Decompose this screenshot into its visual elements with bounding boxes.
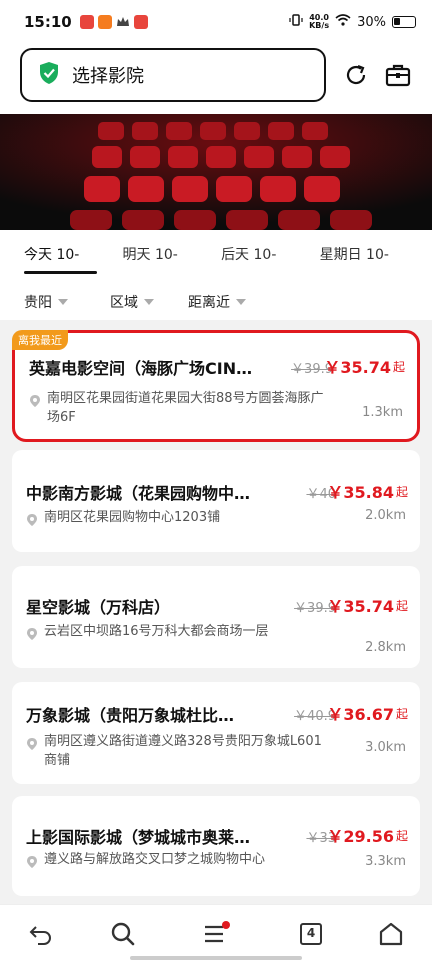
battery-percent: 30%: [357, 14, 386, 30]
tabs-icon[interactable]: 4: [298, 921, 324, 947]
price: ￥35.74: [324, 358, 391, 377]
cinema-card[interactable]: 中影南方影城（花果园购物中… ￥40 ￥35.84 起 南明区花果园购物中心12…: [12, 450, 420, 552]
app-notification-icon: [133, 15, 148, 29]
cinema-name: 上影国际影城（梦城城市奥莱…: [26, 828, 251, 847]
tab-tomorrow[interactable]: 明天 10-24: [123, 230, 196, 313]
toolbox-icon[interactable]: [384, 61, 412, 89]
cinema-address: 南明区花果园购物中心1203铺: [44, 510, 221, 525]
cinema-distance: 2.8km: [365, 640, 406, 655]
price-suffix: 起: [395, 829, 408, 843]
cinema-name: 中影南方影城（花果园购物中…: [26, 484, 251, 503]
tab-today[interactable]: 今天 10-23: [24, 230, 97, 313]
location-pin-icon: [26, 854, 38, 868]
price-suffix: 起: [395, 707, 408, 721]
battery-icon: [392, 16, 416, 28]
city-filter[interactable]: 贵阳: [24, 292, 68, 312]
location-pin-icon: [26, 736, 38, 750]
price: ￥29.56: [327, 827, 394, 846]
net-speed-unit: KB/s: [309, 21, 330, 30]
cinema-distance: 1.3km: [362, 405, 403, 420]
cinema-banner-image: [0, 114, 432, 230]
app-notification-icon: [79, 15, 94, 29]
crown-icon: [116, 15, 130, 29]
wifi-icon: [335, 13, 351, 31]
tab-day-after[interactable]: 后天 10-25: [221, 230, 294, 313]
notification-icons: [79, 15, 148, 29]
cinema-address: 南明区遵义路街道遵义路328号贵阳万象城L601商铺: [44, 734, 322, 768]
home-icon[interactable]: [378, 921, 404, 947]
cinema-card[interactable]: 上影国际影城（梦城城市奥莱… ￥33 ￥29.56 起 遵义路与解放路交叉口梦之…: [12, 796, 420, 896]
status-time: 15:10: [24, 13, 72, 31]
caret-down-icon: [58, 299, 68, 305]
cinema-distance: 3.0km: [365, 740, 406, 755]
tab-count: 4: [306, 926, 316, 940]
home-indicator: [130, 956, 302, 960]
price-suffix: 起: [392, 360, 405, 374]
area-filter-label: 区域: [110, 295, 138, 311]
location-pin-icon: [26, 512, 38, 526]
cinema-name: 星空影城（万科店）: [26, 598, 171, 617]
cinema-card[interactable]: 星空影城（万科店） ￥39.9 ￥35.74 起 云岩区中坝路16号万科大都会商…: [12, 566, 420, 668]
shield-check-icon: [38, 61, 60, 89]
cinema-name: 英嘉电影空间（海豚广场CIN…: [29, 359, 253, 378]
city-filter-label: 贵阳: [24, 295, 52, 311]
status-bar: 15:10 40.0 KB/s 30%: [0, 0, 432, 44]
caret-down-icon: [144, 299, 154, 305]
menu-icon[interactable]: [203, 921, 230, 947]
price-suffix: 起: [395, 599, 408, 613]
cinema-list: 离我最近 英嘉电影空间（海豚广场CIN… ￥39.9 ￥35.74 起 南明区花…: [0, 320, 432, 904]
price: ￥36.67: [327, 705, 394, 724]
sort-filter[interactable]: 距离近: [188, 292, 246, 312]
cinema-distance: 2.0km: [365, 508, 406, 523]
vibrate-icon: [289, 13, 303, 31]
cinema-address: 南明区花果园街道花果园大街88号方圆荟海豚广场6F: [47, 391, 324, 425]
sort-filter-label: 距离近: [188, 295, 230, 311]
date-tabs: 今天 10-23 明天 10-24 后天 10-25 星期日 10-26: [0, 230, 432, 313]
cinema-distance: 3.3km: [365, 854, 406, 869]
filter-bar: 贵阳 区域 距离近: [0, 280, 432, 320]
location-pin-icon: [29, 393, 41, 407]
search-label: 选择影院: [72, 66, 144, 87]
price-suffix: 起: [395, 485, 408, 499]
price: ￥35.74: [327, 597, 394, 616]
bottom-nav: 4: [0, 904, 432, 964]
back-icon[interactable]: [28, 921, 54, 947]
area-filter[interactable]: 区域: [110, 292, 154, 312]
cinema-search-box[interactable]: 选择影院: [20, 48, 326, 102]
caret-down-icon: [236, 299, 246, 305]
nearest-badge: 离我最近: [12, 330, 68, 350]
status-right: 40.0 KB/s 30%: [289, 13, 416, 31]
refresh-icon[interactable]: [342, 61, 370, 89]
app-notification-icon: [97, 15, 112, 29]
header: 选择影院: [0, 44, 432, 114]
search-icon[interactable]: [110, 921, 136, 947]
net-speed: 40.0 KB/s: [309, 14, 329, 30]
location-pin-icon: [26, 626, 38, 640]
cinema-card[interactable]: 离我最近 英嘉电影空间（海豚广场CIN… ￥39.9 ￥35.74 起 南明区花…: [12, 330, 420, 442]
cinema-address: 云岩区中坝路16号万科大都会商场一层: [44, 624, 269, 639]
cinema-name: 万象影城（贵阳万象城杜比…: [26, 706, 235, 725]
tab-sunday[interactable]: 星期日 10-26: [320, 230, 406, 313]
price: ￥35.84: [327, 483, 394, 502]
cinema-card[interactable]: 万象影城（贵阳万象城杜比… ￥40.9 ￥36.67 起 南明区遵义路街道遵义路…: [12, 682, 420, 784]
cinema-address: 遵义路与解放路交叉口梦之城购物中心: [44, 852, 266, 867]
